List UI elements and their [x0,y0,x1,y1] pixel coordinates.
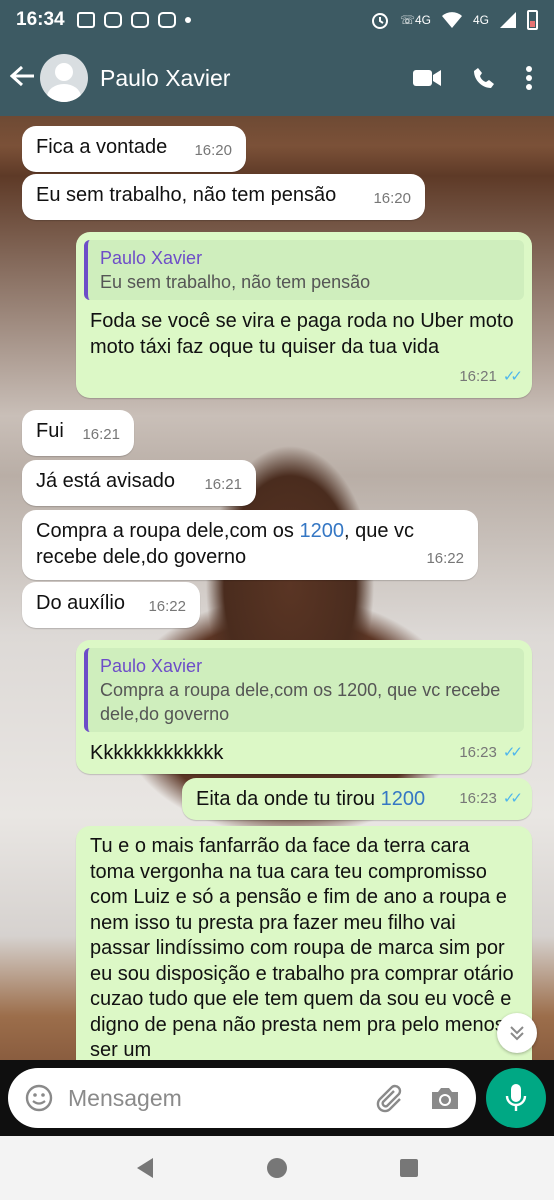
camera-icon[interactable] [430,1085,460,1111]
attach-icon[interactable] [374,1083,404,1113]
battery-icon [527,10,538,30]
chat-area[interactable]: Fica a vontade 16:20 Eu sem trabalho, nã… [0,116,554,1060]
avatar[interactable] [40,54,88,102]
message-incoming[interactable]: Fica a vontade 16:20 [22,126,246,172]
status-time: 16:34 [16,9,65,30]
message-text: Do auxílio [36,592,125,614]
number-link[interactable]: 1200 [299,520,344,542]
composer-bar: Mensagem [0,1060,554,1136]
message-time: 16:21 [204,476,242,493]
message-incoming[interactable]: Compra a roupa dele,com os 1200, que vc … [22,510,478,580]
double-check-icon: ✓✓ [502,744,523,761]
more-notifications-icon [184,17,191,23]
message-incoming[interactable]: Eu sem trabalho, não tem pensão 16:20 [22,174,425,220]
quote-text: Eu sem trabalho, não tem pensão [100,272,371,292]
signal-icon [500,12,516,28]
message-outgoing[interactable]: Eita da onde tu tirou 1200 16:23 ✓✓ [182,778,532,820]
message-text: Compra a roupa dele,com os [36,520,300,542]
message-time: 16:23 ✓✓ [459,790,523,807]
message-outgoing[interactable]: Tu e o mais fanfarrão da face da terra c… [76,826,532,1060]
message-time: 16:22 [148,598,186,615]
message-incoming[interactable]: Já está avisado 16:21 [22,460,256,506]
nav-recents-icon[interactable] [399,1158,419,1178]
scroll-down-button[interactable] [497,1013,537,1053]
message-incoming[interactable]: Fui 16:21 [22,410,134,456]
more-options-icon[interactable] [526,66,532,90]
quote-author: Paulo Xavier [100,656,203,676]
alarm-icon [371,13,388,29]
video-call-icon[interactable] [412,68,442,88]
status-bar: 16:34 ☏4G 4G [0,0,554,40]
chat-header: Paulo Xavier [0,40,554,116]
call-network-icon: ☏4G [399,13,431,27]
microphone-icon [505,1084,527,1111]
message-text: Foda se você se vira e paga roda no Uber… [90,310,514,358]
message-text: Tu e o mais fanfarrão da face da terra c… [90,835,514,1060]
instagram-icon [157,12,176,28]
message-text: Eita da onde tu tirou [196,788,381,810]
system-nav-bar [0,1136,554,1200]
instagram-icon [103,12,122,28]
message-text: Eu sem trabalho, não tem pensão [36,184,337,206]
message-time: 16:20 [373,190,411,207]
message-text: Fica a vontade [36,136,168,158]
message-time: 16:23 ✓✓ [459,744,523,761]
emoji-icon[interactable] [24,1083,54,1113]
double-check-icon: ✓✓ [502,790,523,807]
quote-author: Paulo Xavier [100,248,203,268]
message-placeholder[interactable]: Mensagem [68,1085,182,1112]
phone-icon[interactable] [472,66,496,90]
message-outgoing[interactable]: Paulo Xavier Compra a roupa dele,com os … [76,640,532,774]
quote-text: Compra a roupa dele,com os 1200, que vc … [100,680,501,724]
message-text: Kkkkkkkkkkkkk [90,742,224,764]
signal-label: 4G [472,13,489,27]
wifi-icon [441,12,462,28]
double-chevron-down-icon [510,1026,524,1041]
message-text: Fui [36,420,64,442]
message-input[interactable]: Mensagem [8,1068,476,1128]
contact-name[interactable]: Paulo Xavier [100,65,230,92]
message-time: 16:20 [194,142,232,159]
double-check-icon: ✓✓ [502,368,523,385]
message-time: 16:22 [426,550,464,567]
message-time: 16:21 ✓✓ [459,368,523,385]
message-text: Já está avisado [36,470,175,492]
quoted-message[interactable]: Paulo Xavier Compra a roupa dele,com os … [84,648,524,732]
message-incoming[interactable]: Do auxílio 16:22 [22,582,200,628]
quoted-message[interactable]: Paulo Xavier Eu sem trabalho, não tem pe… [84,240,524,300]
voice-message-button[interactable] [486,1068,546,1128]
instagram-icon [130,12,149,28]
message-outgoing[interactable]: Paulo Xavier Eu sem trabalho, não tem pe… [76,232,532,398]
nav-back-icon[interactable] [135,1157,155,1179]
number-link[interactable]: 1200 [381,788,426,810]
back-arrow-icon[interactable] [0,61,40,95]
gallery-icon [76,12,95,28]
nav-home-icon[interactable] [266,1157,288,1179]
message-time: 16:21 [82,426,120,443]
